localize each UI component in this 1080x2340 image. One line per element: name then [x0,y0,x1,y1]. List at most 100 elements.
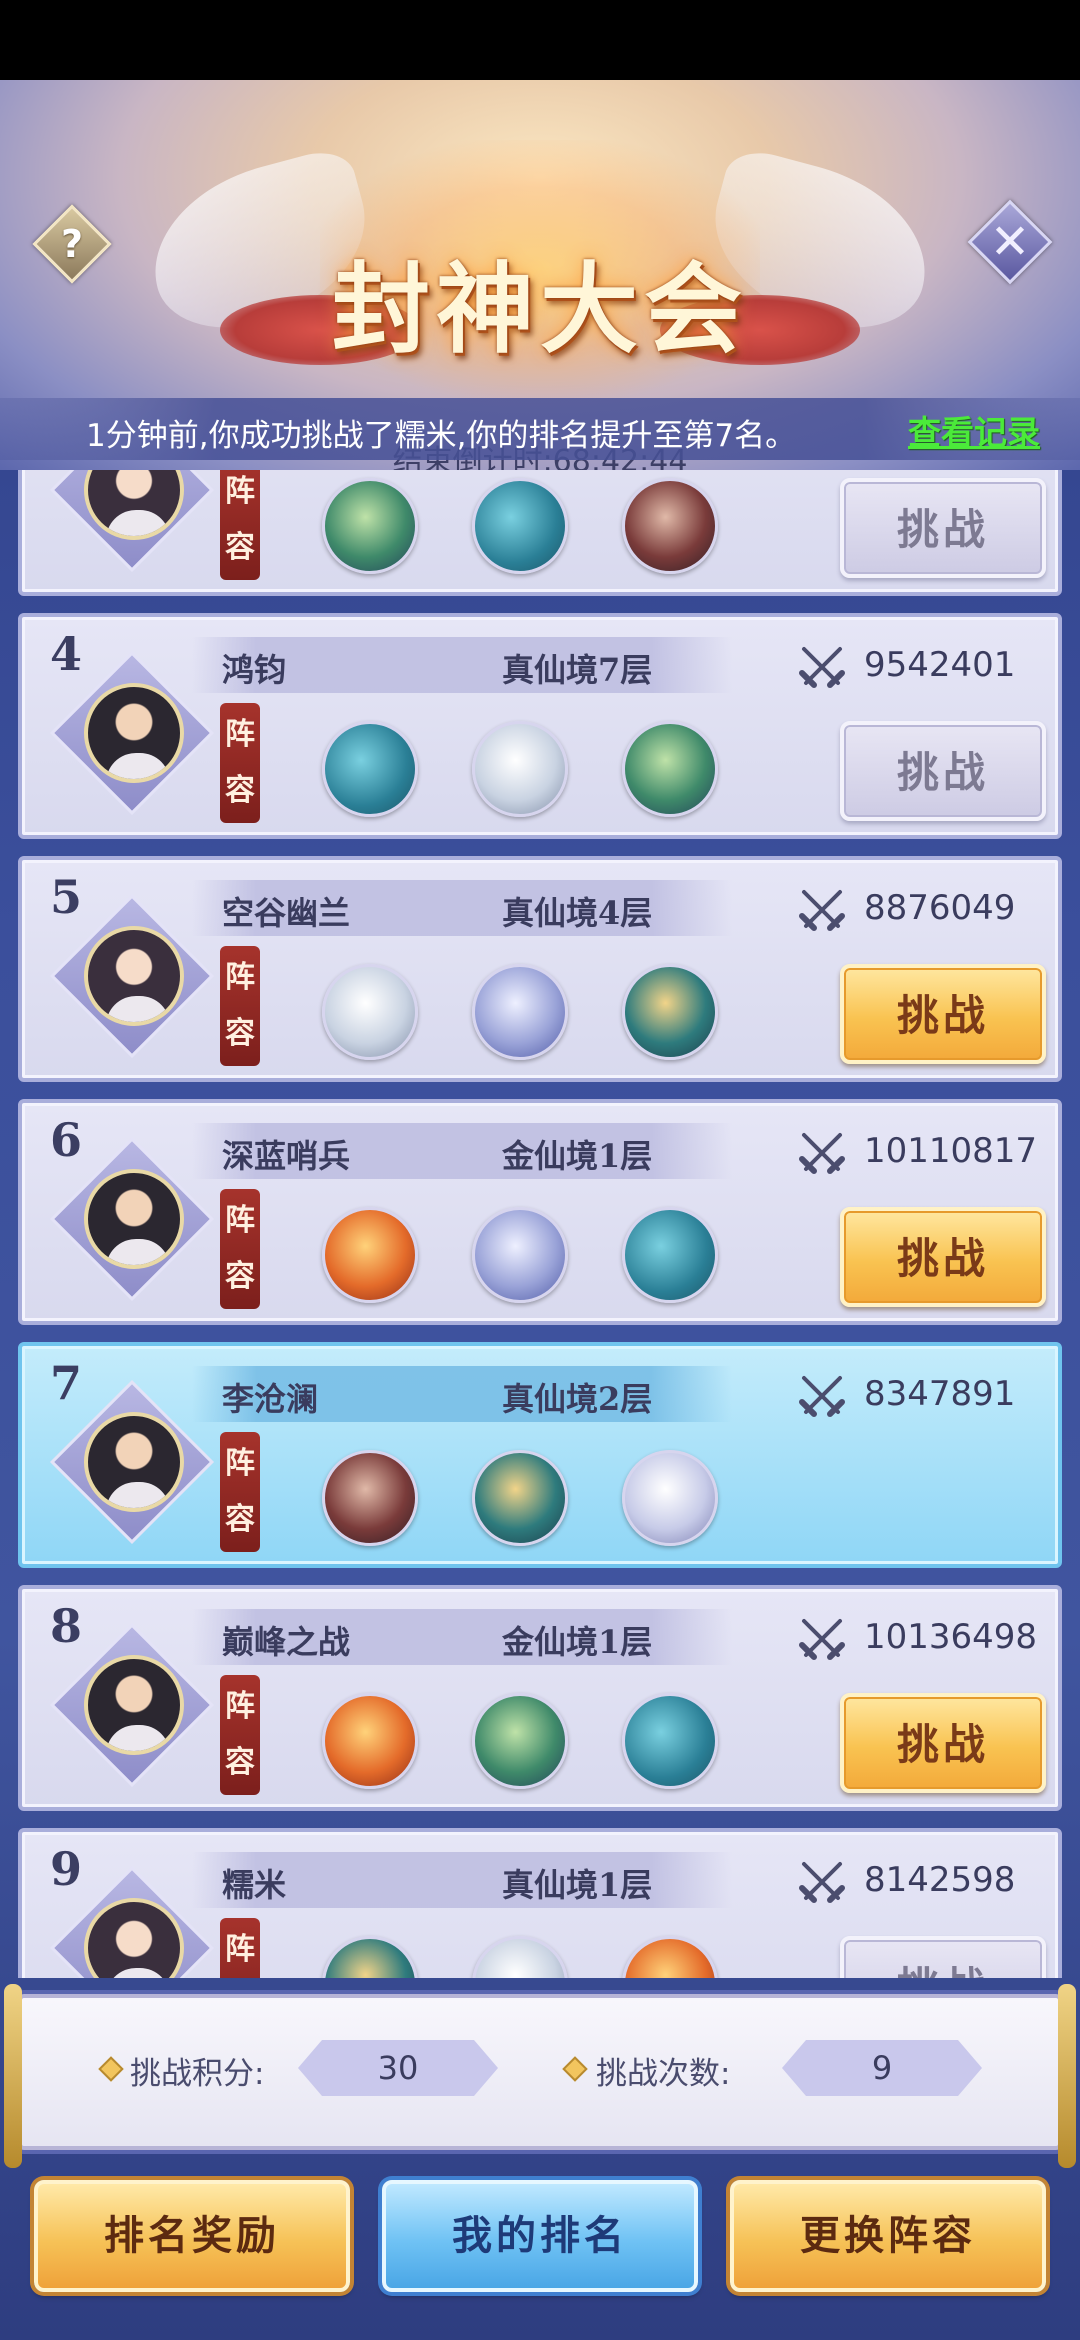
my-rank-button[interactable]: 我的排名 [382,2180,698,2292]
page-title: 封神大会 [331,252,748,367]
challenge-button[interactable]: 挑战 [840,964,1046,1064]
lineup-tag: 阵容 [220,1918,260,1978]
green-dragon-pet-icon[interactable] [472,1693,568,1789]
combat-power: 9542401 [864,645,1016,685]
rank-number: 8 [50,1599,83,1653]
wolf-pet-icon[interactable] [472,964,568,1060]
lineup-tag-char: 阵 [225,960,255,995]
lineup-tag: 阵容 [220,470,260,580]
lineup-tag-char: 容 [225,1745,255,1780]
ranking-row: 5 空谷幽兰 真仙境4层 8876049 阵容 挑战 [18,856,1062,1082]
lineup-tag-char: 容 [225,530,255,565]
rank-number: 9 [50,1842,83,1896]
white-dragon-pet-icon[interactable] [622,1450,718,1546]
change-lineup-button[interactable]: 更换阵容 [730,2180,1046,2292]
crossed-swords-icon [794,1368,850,1424]
ranking-row: 3阵容挑战 [18,470,1062,596]
challenge-button[interactable]: 挑战 [840,478,1046,578]
fish-pet-icon[interactable] [472,478,568,574]
diamond-bullet-icon [562,2056,588,2082]
avatar-robe [106,1968,170,1978]
dark-dragon-pet-icon[interactable] [322,1450,418,1546]
rank-number: 6 [50,1113,83,1167]
question-icon: ? [60,222,84,266]
notice-bar: 1分钟前,你成功挑战了糯米,你的排名提升至第7名。 查看记录 [0,398,1080,460]
crossed-swords-icon [794,1125,850,1181]
tiger-pet-icon[interactable] [472,721,568,817]
close-button[interactable]: ✕ [967,199,1053,285]
qilin-pet-icon[interactable] [322,1936,418,1978]
rank-number: 7 [50,1356,83,1410]
qilin-pet-icon[interactable] [472,1450,568,1546]
ranking-list[interactable]: 3阵容挑战4鸿钧真仙境7层9542401阵容挑战5空谷幽兰真仙境4层887604… [0,470,1080,1978]
player-realm: 金仙境1层 [502,1623,653,1661]
ranking-row: 9 糯米 真仙境1层 8142598 阵容 挑战 [18,1828,1062,1978]
lineup-tag: 阵容 [220,946,260,1066]
help-button[interactable]: ? [32,204,112,284]
player-name: 糯米 [222,1866,287,1904]
combat-power: 10110817 [864,1131,1038,1171]
lineup-tag-char: 阵 [225,717,255,752]
ranking-row-self: 7 李沧澜 真仙境2层 8347891 阵容 [18,1342,1062,1568]
fire-dragon-pet-icon[interactable] [622,1936,718,1978]
tiger-pet-icon[interactable] [322,964,418,1060]
green-dragon-pet-icon[interactable] [322,478,418,574]
fish-pet-icon[interactable] [622,1693,718,1789]
player-realm: 真仙境4层 [502,894,653,932]
crossed-swords-icon [794,1611,850,1667]
challenge-button[interactable]: 挑战 [840,721,1046,821]
player-name: 鸿钧 [222,651,287,689]
diamond-bullet-icon [98,2056,124,2082]
view-log-link[interactable]: 查看记录 [908,406,1040,454]
fish-pet-icon[interactable] [622,1207,718,1303]
panel-cap-left [4,1984,22,2168]
attempts-value: 9 [782,2040,982,2096]
crossed-swords-icon [794,1854,850,1910]
qilin-pet-icon[interactable] [622,964,718,1060]
avatar-robe [106,996,170,1022]
green-dragon-pet-icon[interactable] [622,721,718,817]
challenge-button[interactable]: 挑战 [840,1936,1046,1978]
notice-text: 1分钟前,你成功挑战了糯米,你的排名提升至第7名。 [86,418,797,454]
avatar[interactable] [84,1655,184,1755]
ranking-row: 8 巅峰之战 金仙境1层 10136498 阵容 挑战 [18,1585,1062,1811]
lineup-tag-char: 阵 [225,1446,255,1481]
lineup-tag-char: 容 [225,1016,255,1051]
close-icon: ✕ [989,214,1031,270]
dark-dragon-pet-icon[interactable] [622,478,718,574]
rank-number: 4 [50,627,83,681]
tiger-pet-icon[interactable] [472,1936,568,1978]
lineup-tag-char: 阵 [225,1932,255,1967]
avatar-robe [106,1482,170,1508]
avatar[interactable] [84,1169,184,1269]
challenge-button[interactable]: 挑战 [840,1693,1046,1793]
game-screen: 封神大会 ? ✕ 结束倒计时:68:42:44 1分钟前,你成功挑战了糯米,你的… [0,0,1080,2340]
avatar[interactable] [84,683,184,783]
avatar-robe [106,753,170,779]
player-name: 深蓝哨兵 [222,1137,351,1175]
player-name: 空谷幽兰 [222,894,351,932]
lineup-tag-char: 容 [225,1259,255,1294]
wolf-pet-icon[interactable] [472,1207,568,1303]
fire-dragon-pet-icon[interactable] [322,1207,418,1303]
player-realm: 真仙境7层 [502,651,653,689]
avatar-robe [106,1239,170,1265]
avatar-frame [49,470,215,573]
lineup-tag: 阵容 [220,703,260,823]
fire-dragon-pet-icon[interactable] [322,1693,418,1789]
lineup-tag: 阵容 [220,1189,260,1309]
lineup-tag-char: 阵 [225,474,255,509]
rank-rewards-button[interactable]: 排名奖励 [34,2180,350,2292]
fish-pet-icon[interactable] [322,721,418,817]
avatar[interactable] [84,1412,184,1512]
ranking-row: 4 鸿钧 真仙境7层 9542401 阵容 挑战 [18,613,1062,839]
player-realm: 金仙境1层 [502,1137,653,1175]
crossed-swords-icon [794,882,850,938]
avatar[interactable] [84,926,184,1026]
ranking-row: 6 深蓝哨兵 金仙境1层 10110817 阵容 挑战 [18,1099,1062,1325]
status-bar [0,0,1080,80]
lineup-tag: 阵容 [220,1432,260,1552]
player-name: 李沧澜 [222,1380,319,1418]
crossed-swords-icon [794,639,850,695]
challenge-button[interactable]: 挑战 [840,1207,1046,1307]
